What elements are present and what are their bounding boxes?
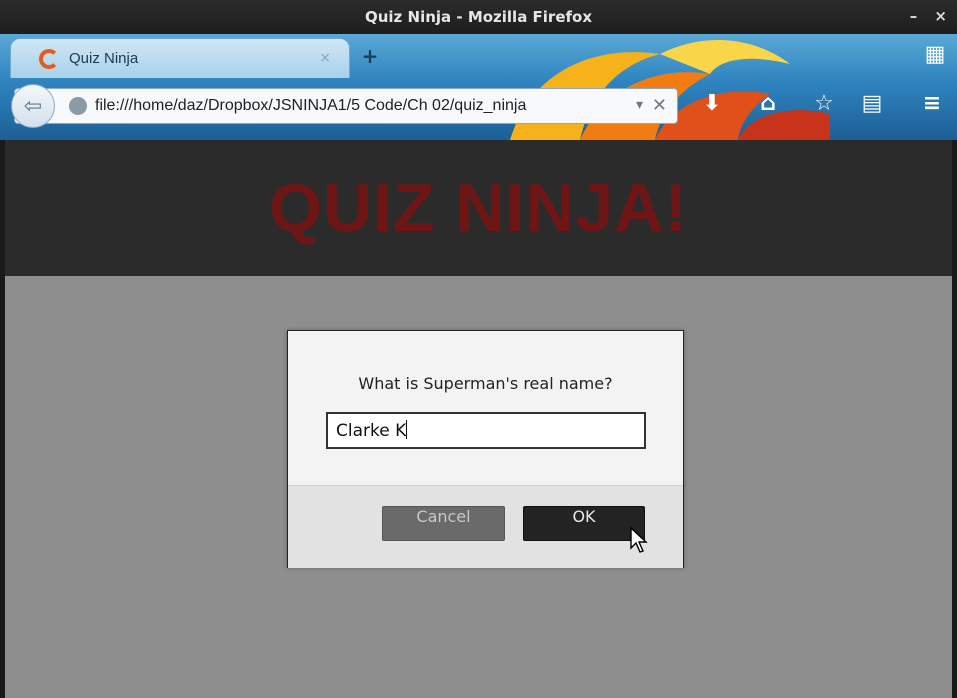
prompt-input[interactable]: Clarke K [326, 412, 646, 449]
bookmark-star-icon[interactable]: ☆ [808, 88, 840, 120]
nav-toolbar: ⇦ file:///home/daz/Dropbox/JSNINJA1/5 Co… [0, 78, 957, 140]
ok-button[interactable]: OK [523, 506, 645, 541]
back-button[interactable]: ⇦ [11, 84, 55, 128]
url-dropdown-icon[interactable]: ▾ [636, 97, 643, 113]
home-icon[interactable]: ⌂ [752, 88, 784, 120]
prompt-dialog: What is Superman's real name? Clarke K C… [287, 330, 684, 568]
page-title: QUIZ NINJA! [269, 170, 688, 246]
browser-window: Quiz Ninja - Mozilla Firefox – × Quiz Ni… [0, 0, 957, 698]
window-titlebar: Quiz Ninja - Mozilla Firefox – × [0, 0, 957, 34]
page-header: QUIZ NINJA! [5, 140, 952, 276]
browser-chrome: Quiz Ninja × + ▦ ⇦ file:///home/daz/Drop… [0, 34, 957, 140]
opera-icon [39, 48, 59, 69]
url-input[interactable]: file:///home/daz/Dropbox/JSNINJA1/5 Code… [95, 97, 625, 115]
reader-list-icon[interactable]: ▤ [856, 88, 888, 120]
prompt-input-value: Clarke K [336, 421, 407, 441]
text-caret [406, 420, 408, 439]
tab-close-icon[interactable]: × [319, 50, 331, 66]
globe-icon [69, 97, 87, 115]
tab-groups-icon[interactable]: ▦ [923, 43, 947, 67]
url-bar[interactable]: ⇦ file:///home/daz/Dropbox/JSNINJA1/5 Co… [11, 84, 678, 128]
dialog-footer: Cancel OK [288, 485, 683, 568]
new-tab-button[interactable]: + [360, 46, 380, 66]
tab-label: Quiz Ninja [69, 50, 139, 67]
url-clear-icon[interactable]: ✕ [652, 95, 667, 116]
back-arrow-icon: ⇦ [23, 93, 43, 119]
window-title: Quiz Ninja - Mozilla Firefox [364, 8, 593, 26]
menu-icon[interactable]: ≡ [916, 88, 948, 120]
mouse-cursor-icon [630, 527, 648, 553]
window-controls[interactable]: – × [910, 7, 953, 25]
dialog-message: What is Superman's real name? [358, 374, 613, 393]
tab-quiz-ninja[interactable]: Quiz Ninja × [10, 38, 350, 78]
download-icon[interactable]: ⬇ [696, 88, 728, 120]
cancel-button[interactable]: Cancel [382, 506, 505, 541]
